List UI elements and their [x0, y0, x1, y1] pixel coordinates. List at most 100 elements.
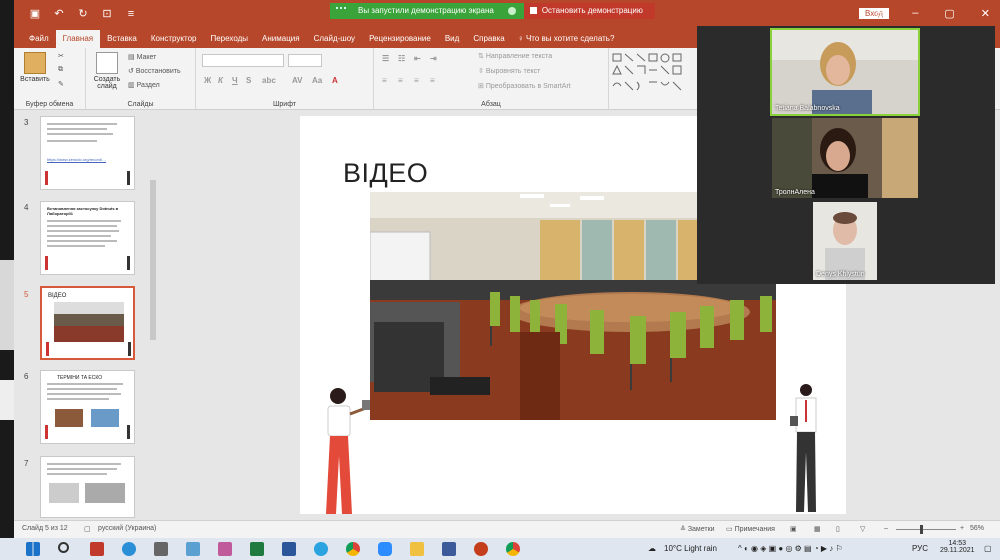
- font-color-icon[interactable]: A: [332, 76, 338, 85]
- new-slide-button[interactable]: Создать слайд: [90, 52, 124, 90]
- tab-view[interactable]: Вид: [438, 30, 466, 48]
- cut-icon[interactable]: ✂: [58, 52, 64, 60]
- redo-icon[interactable]: ↻: [76, 7, 90, 21]
- tab-file[interactable]: Файл: [22, 30, 56, 48]
- customize-qat-icon[interactable]: ≡: [124, 7, 138, 21]
- comments-button[interactable]: ▭ Примечания: [726, 525, 775, 533]
- slide-thumbnail[interactable]: https://www.zenodo.org/record/…: [40, 116, 135, 190]
- weather-text[interactable]: 10°C Light rain: [664, 544, 717, 553]
- font-size-input[interactable]: [288, 54, 322, 67]
- stop-share-button[interactable]: Остановить демонстрацию: [523, 3, 655, 19]
- language-indicator[interactable]: русский (Украина): [98, 525, 156, 532]
- slide-thumbnail[interactable]: Встановлення застосунку Dotnuts в Лабора…: [40, 201, 135, 275]
- start-menu-icon[interactable]: [26, 542, 40, 556]
- tray-icons[interactable]: ^ ◐ ◉ ◈ ▣ ● ◎ ⚙ ▤ ◔ ▶ ♪ ⚐: [738, 544, 843, 553]
- thumbnail-scrollbar[interactable]: [150, 180, 156, 340]
- paste-button[interactable]: Вставить: [20, 52, 50, 83]
- excel-icon[interactable]: [250, 542, 264, 556]
- maximize-icon[interactable]: ▢: [944, 7, 954, 20]
- sorter-view-icon[interactable]: ▦: [814, 525, 821, 533]
- app-red-icon[interactable]: [90, 542, 104, 556]
- strikethrough-icon[interactable]: abc: [262, 76, 276, 85]
- underline-icon[interactable]: Ч: [232, 76, 238, 85]
- language-indicator[interactable]: РУС: [912, 544, 928, 553]
- align-left-icon[interactable]: ≡: [382, 76, 387, 85]
- telegram-icon[interactable]: [314, 542, 328, 556]
- app-icon[interactable]: [186, 542, 200, 556]
- increase-indent-icon[interactable]: ⇥: [430, 54, 437, 63]
- change-case-icon[interactable]: Aa: [312, 76, 322, 85]
- tab-home[interactable]: Главная: [55, 30, 101, 48]
- file-explorer-icon[interactable]: [410, 542, 424, 556]
- zoom-thumb[interactable]: [920, 525, 923, 534]
- tab-slideshow[interactable]: Слайд-шоу: [307, 30, 362, 48]
- teamviewer-icon[interactable]: [122, 542, 136, 556]
- normal-view-icon[interactable]: ▣: [790, 525, 797, 533]
- tab-design[interactable]: Конструктор: [144, 30, 204, 48]
- thumb-text-line: [47, 140, 97, 142]
- align-text-button[interactable]: ⇳ Выровнять текст: [478, 67, 540, 75]
- woman-illustration: [326, 388, 370, 514]
- slide-thumbnail[interactable]: ТЕРМІНИ ТА ЕСКО: [40, 370, 135, 444]
- tell-me-search[interactable]: ♀ Что вы хотите сделать?: [512, 30, 615, 48]
- spacing-icon[interactable]: AV: [292, 76, 303, 85]
- word-icon[interactable]: [282, 542, 296, 556]
- font-name-input[interactable]: [202, 54, 284, 67]
- zoom-out-icon[interactable]: –: [884, 525, 888, 532]
- spellcheck-icon[interactable]: ▢: [84, 525, 91, 533]
- start-slideshow-icon[interactable]: ⊡: [100, 7, 114, 21]
- zoom-slider[interactable]: [896, 529, 956, 530]
- minimize-icon[interactable]: –: [912, 7, 918, 20]
- shapes-gallery-icon[interactable]: [611, 52, 697, 96]
- zoom-level[interactable]: 56%: [970, 525, 984, 532]
- italic-icon[interactable]: К: [218, 76, 223, 85]
- section-button[interactable]: ▥ Раздел: [128, 81, 160, 89]
- tab-help[interactable]: Справка: [466, 30, 511, 48]
- calculator-icon[interactable]: [154, 542, 168, 556]
- align-right-icon[interactable]: ≡: [414, 76, 419, 85]
- bullets-icon[interactable]: ☰: [382, 54, 389, 63]
- shadow-icon[interactable]: S: [246, 76, 251, 85]
- reset-button[interactable]: ↺ Восстановить: [128, 67, 181, 75]
- ribbon-display-icon[interactable]: ▭: [876, 7, 886, 20]
- tab-transitions[interactable]: Переходы: [203, 30, 255, 48]
- app-icon[interactable]: [218, 542, 232, 556]
- participant-video-tile[interactable]: Tetiana Balabnovska: [770, 28, 920, 116]
- participant-video-tile[interactable]: ТролнАлена: [772, 118, 918, 198]
- chrome-icon[interactable]: [506, 542, 520, 556]
- powerpoint-icon[interactable]: [474, 542, 488, 556]
- chrome-icon[interactable]: [346, 542, 360, 556]
- zoom-icon[interactable]: [378, 542, 392, 556]
- slideshow-view-icon[interactable]: ▽: [860, 525, 865, 533]
- zoom-in-icon[interactable]: +: [960, 525, 964, 532]
- format-painter-icon[interactable]: ✎: [58, 80, 64, 88]
- bold-icon[interactable]: Ж: [204, 76, 211, 85]
- slide-thumbnail-selected[interactable]: ВІДЕО: [40, 286, 135, 360]
- tab-review[interactable]: Рецензирование: [362, 30, 438, 48]
- numbering-icon[interactable]: ☷: [398, 54, 405, 63]
- justify-icon[interactable]: ≡: [430, 76, 435, 85]
- decrease-indent-icon[interactable]: ⇤: [414, 54, 421, 63]
- drag-grip-icon[interactable]: [336, 7, 346, 15]
- text-direction-button[interactable]: ⇅ Направление текста: [478, 52, 552, 60]
- copy-icon[interactable]: ⧉: [58, 66, 63, 74]
- search-icon[interactable]: [58, 542, 69, 553]
- thumb-figure: [127, 171, 130, 185]
- slide-title[interactable]: ВІДЕО: [343, 158, 428, 189]
- participant-video-tile[interactable]: Denys Khlystun: [813, 202, 877, 280]
- reading-view-icon[interactable]: ▯: [836, 525, 840, 533]
- smartart-button[interactable]: ⊞ Преобразовать в SmartArt: [478, 82, 571, 90]
- slide-thumbnail[interactable]: [40, 456, 135, 518]
- undo-icon[interactable]: ↶: [52, 7, 66, 21]
- notes-button[interactable]: ≙ Заметки: [680, 525, 715, 533]
- save-icon[interactable]: ▣: [28, 7, 42, 21]
- notifications-icon[interactable]: ▢: [984, 544, 992, 553]
- tab-animations[interactable]: Анимация: [255, 30, 307, 48]
- app-icon[interactable]: [442, 542, 456, 556]
- close-icon[interactable]: ✕: [981, 7, 990, 20]
- align-center-icon[interactable]: ≡: [398, 76, 403, 85]
- weather-icon[interactable]: ☁: [648, 544, 656, 553]
- clock[interactable]: 14:53 29.11.2021: [940, 540, 975, 554]
- tab-insert[interactable]: Вставка: [100, 30, 144, 48]
- layout-button[interactable]: ▤ Макет: [128, 53, 156, 61]
